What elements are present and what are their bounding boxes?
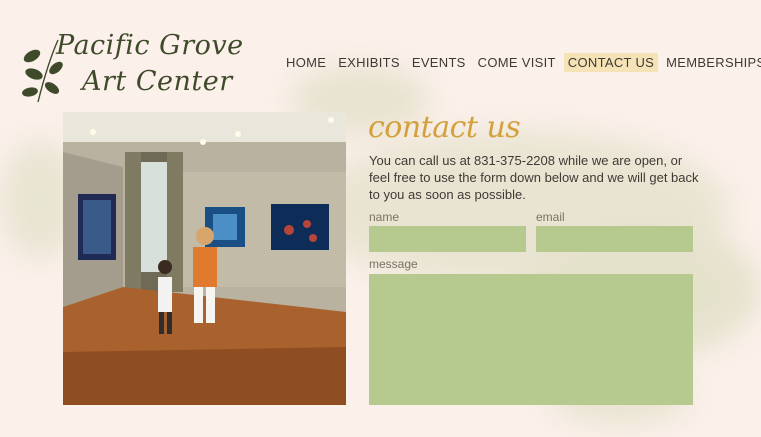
- nav-contact-us[interactable]: CONTACT US: [563, 53, 659, 72]
- gallery-photo: [63, 112, 346, 405]
- nav-events[interactable]: EVENTS: [408, 53, 470, 72]
- logo-line-1: Pacific Grove: [56, 30, 244, 61]
- site-logo[interactable]: Pacific Grove Art Center: [22, 24, 243, 108]
- nav-home[interactable]: HOME: [282, 53, 330, 72]
- nav-memberships[interactable]: MEMBERSHIPS: [662, 53, 761, 72]
- logo-line-2: Art Center: [82, 66, 233, 97]
- contact-intro-text: You can call us at 831-375-2208 while we…: [369, 153, 699, 202]
- nav-come-visit[interactable]: COME VISIT: [474, 53, 560, 72]
- message-textarea[interactable]: [369, 274, 693, 405]
- page-title: contact us: [368, 110, 521, 145]
- nav-exhibits[interactable]: EXHIBITS: [334, 53, 404, 72]
- name-input[interactable]: [369, 226, 526, 252]
- name-label: name: [369, 210, 400, 224]
- main-nav: HOME EXHIBITS EVENTS COME VISIT CONTACT …: [282, 53, 761, 72]
- email-label: email: [536, 210, 565, 224]
- email-input[interactable]: [536, 226, 693, 252]
- message-label: message: [369, 257, 418, 271]
